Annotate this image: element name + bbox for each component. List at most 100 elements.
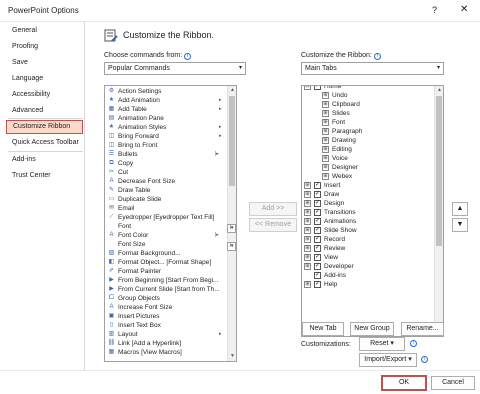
cancel-button[interactable]: Cancel	[431, 376, 475, 390]
scroll-down-icon[interactable]: ▼	[228, 352, 236, 361]
ribbon-tab-item[interactable]: ⊞ ✓ Insert	[302, 181, 434, 190]
list-item[interactable]: ⛓ Link [Add a Hyperlink]	[105, 339, 227, 348]
tab-checkbox[interactable]: ✓	[314, 182, 321, 189]
list-item[interactable]: ⟋ Eyedropper [Eyedropper Text Fill]	[105, 213, 227, 222]
list-item[interactable]: ✂ Cut	[105, 168, 227, 177]
info-icon[interactable]: i	[410, 340, 417, 347]
list-item[interactable]: ▦ Add Table ▸	[105, 105, 227, 114]
customize-ribbon-dropdown[interactable]: Main Tabs ▾	[301, 62, 444, 75]
expand-icon[interactable]: ⊞	[322, 137, 329, 144]
list-item[interactable]: ▶ From Beginning [Start From Begi...	[105, 276, 227, 285]
info-icon[interactable]: i	[421, 356, 428, 363]
list-item[interactable]: ▦ Macros [View Macros]	[105, 348, 227, 357]
help-icon[interactable]: ?	[432, 5, 437, 15]
sidebar-item-save[interactable]: Save	[6, 56, 83, 70]
list-item[interactable]: ⚙ Action Settings	[105, 87, 227, 96]
collapse-icon[interactable]: ⊟	[304, 86, 311, 90]
expand-icon[interactable]: ⊞	[304, 245, 311, 252]
tab-checkbox[interactable]: ✓	[314, 245, 321, 252]
list-item[interactable]: ★ Add Animation ▸	[105, 96, 227, 105]
font-dropdown-arrow-icon[interactable]: I▾	[227, 224, 236, 233]
list-item[interactable]: ⧠ Group Objects	[105, 294, 227, 303]
expand-icon[interactable]: ⊞	[304, 236, 311, 243]
sidebar-item-accessibility[interactable]: Accessibility	[6, 88, 83, 102]
expand-icon[interactable]: ⊞	[304, 263, 311, 270]
expand-icon[interactable]: ⊞	[322, 164, 329, 171]
scroll-thumb[interactable]	[436, 96, 442, 246]
ribbon-tabs-tree[interactable]: ⊟ ✓ Home ⊞ Undo ⊞ Clipboard ⊞ Slides ⊞ Font ⊞ Paragr…	[301, 85, 444, 337]
tab-checkbox[interactable]: ✓	[314, 191, 321, 198]
ribbon-group-item[interactable]: ⊞ Voice	[302, 154, 434, 163]
remove-button[interactable]: << Remove	[249, 218, 297, 232]
tab-checkbox[interactable]: ✓	[314, 86, 321, 90]
tab-checkbox[interactable]: ✓	[314, 209, 321, 216]
list-item[interactable]: ▯ Insert Text Box	[105, 321, 227, 330]
new-group-button[interactable]: New Group	[350, 322, 394, 336]
list-item[interactable]: Font	[105, 222, 227, 231]
expand-icon[interactable]: ⊞	[322, 92, 329, 99]
sidebar-item-advanced[interactable]: Advanced	[6, 104, 83, 118]
sidebar-item-customize-ribbon[interactable]: Customize Ribbon	[6, 120, 83, 134]
ribbon-group-item[interactable]: ⊞ Editing	[302, 145, 434, 154]
ribbon-tab-item[interactable]: ⊞ ✓ Design	[302, 199, 434, 208]
list-item[interactable]: ✎ Draw Table	[105, 186, 227, 195]
ribbon-group-item[interactable]: ⊞ Slides	[302, 109, 434, 118]
ribbon-group-item[interactable]: ⊞ Paragraph	[302, 127, 434, 136]
sidebar-item-proofing[interactable]: Proofing	[6, 40, 83, 54]
sidebar-item-general[interactable]: General	[6, 24, 83, 38]
list-item[interactable]: ✐ Format Painter	[105, 267, 227, 276]
info-icon[interactable]: i	[373, 53, 381, 60]
list-item[interactable]: ★ Animation Styles ▸	[105, 123, 227, 132]
tab-checkbox[interactable]: ✓	[314, 236, 321, 243]
rename-button[interactable]: Rename...	[401, 322, 444, 336]
expand-icon[interactable]: ⊞	[322, 119, 329, 126]
scroll-thumb[interactable]	[229, 96, 235, 186]
ribbon-tab-item[interactable]: ⊞ ✓ Animations	[302, 217, 434, 226]
choose-commands-dropdown[interactable]: Popular Commands ▾	[104, 62, 246, 75]
ribbon-group-item[interactable]: ⊞ Undo	[302, 91, 434, 100]
move-down-button[interactable]: ▼	[452, 218, 468, 232]
ribbon-tab-item[interactable]: ⊞ ✓ Transitions	[302, 208, 434, 217]
ribbon-tab-item[interactable]: ⊞ ✓ Slide Show	[302, 226, 434, 235]
expand-icon[interactable]: ⊞	[322, 101, 329, 108]
ribbon-tab-item[interactable]: ✓ Add-ins	[302, 271, 434, 280]
expand-icon[interactable]: ⊞	[304, 218, 311, 225]
scroll-up-icon[interactable]: ▲	[435, 86, 443, 95]
sidebar-item-quick-access-toolbar[interactable]: Quick Access Toolbar	[6, 136, 83, 150]
add-button[interactable]: Add >>	[249, 202, 297, 216]
new-tab-button[interactable]: New Tab	[302, 322, 344, 336]
ribbon-group-item[interactable]: ⊞ Webex	[302, 172, 434, 181]
tab-checkbox[interactable]: ✓	[314, 227, 321, 234]
list-item[interactable]: ▨ Format Background...	[105, 249, 227, 258]
tab-checkbox[interactable]: ✓	[314, 200, 321, 207]
ok-button[interactable]: OK	[381, 375, 427, 391]
sidebar-item-language[interactable]: Language	[6, 72, 83, 86]
import-export-button[interactable]: Import/Export ▾	[359, 353, 417, 367]
scroll-up-icon[interactable]: ▲	[228, 86, 236, 95]
ribbon-tab-item[interactable]: ⊞ ✓ Review	[302, 244, 434, 253]
list-item[interactable]: A Font Color |▸	[105, 231, 227, 240]
close-icon[interactable]: ✕	[460, 4, 468, 15]
expand-icon[interactable]: ⊞	[304, 254, 311, 261]
list-item[interactable]: ◧ Format Object... [Format Shape]	[105, 258, 227, 267]
ribbon-tab-item[interactable]: ⊞ ✓ Draw	[302, 190, 434, 199]
list-item[interactable]: ▤ Animation Pane	[105, 114, 227, 123]
font-size-dropdown-arrow-icon[interactable]: I▾	[227, 242, 236, 251]
tab-checkbox[interactable]: ✓	[314, 263, 321, 270]
move-up-button[interactable]: ▲	[452, 202, 468, 216]
list-item[interactable]: A Decrease Font Size	[105, 177, 227, 186]
expand-icon[interactable]: ⊞	[304, 281, 311, 288]
list-item[interactable]: A Increase Font Size	[105, 303, 227, 312]
list-item[interactable]: Font Size	[105, 240, 227, 249]
expand-icon[interactable]: ⊞	[304, 182, 311, 189]
expand-icon[interactable]: ⊞	[304, 191, 311, 198]
sidebar-item-add-ins[interactable]: Add-ins	[6, 153, 83, 167]
list-item[interactable]: ▭ Duplicate Slide	[105, 195, 227, 204]
expand-icon[interactable]: ⊞	[322, 128, 329, 135]
ribbon-group-item[interactable]: ⊞ Font	[302, 118, 434, 127]
expand-icon[interactable]: ⊞	[304, 209, 311, 216]
ribbon-tab-item[interactable]: ⊞ ✓ View	[302, 253, 434, 262]
ribbon-tab-item[interactable]: ⊞ ✓ Help	[302, 280, 434, 289]
ribbon-group-item[interactable]: ⊞ Designer	[302, 163, 434, 172]
tab-checkbox[interactable]: ✓	[314, 281, 321, 288]
